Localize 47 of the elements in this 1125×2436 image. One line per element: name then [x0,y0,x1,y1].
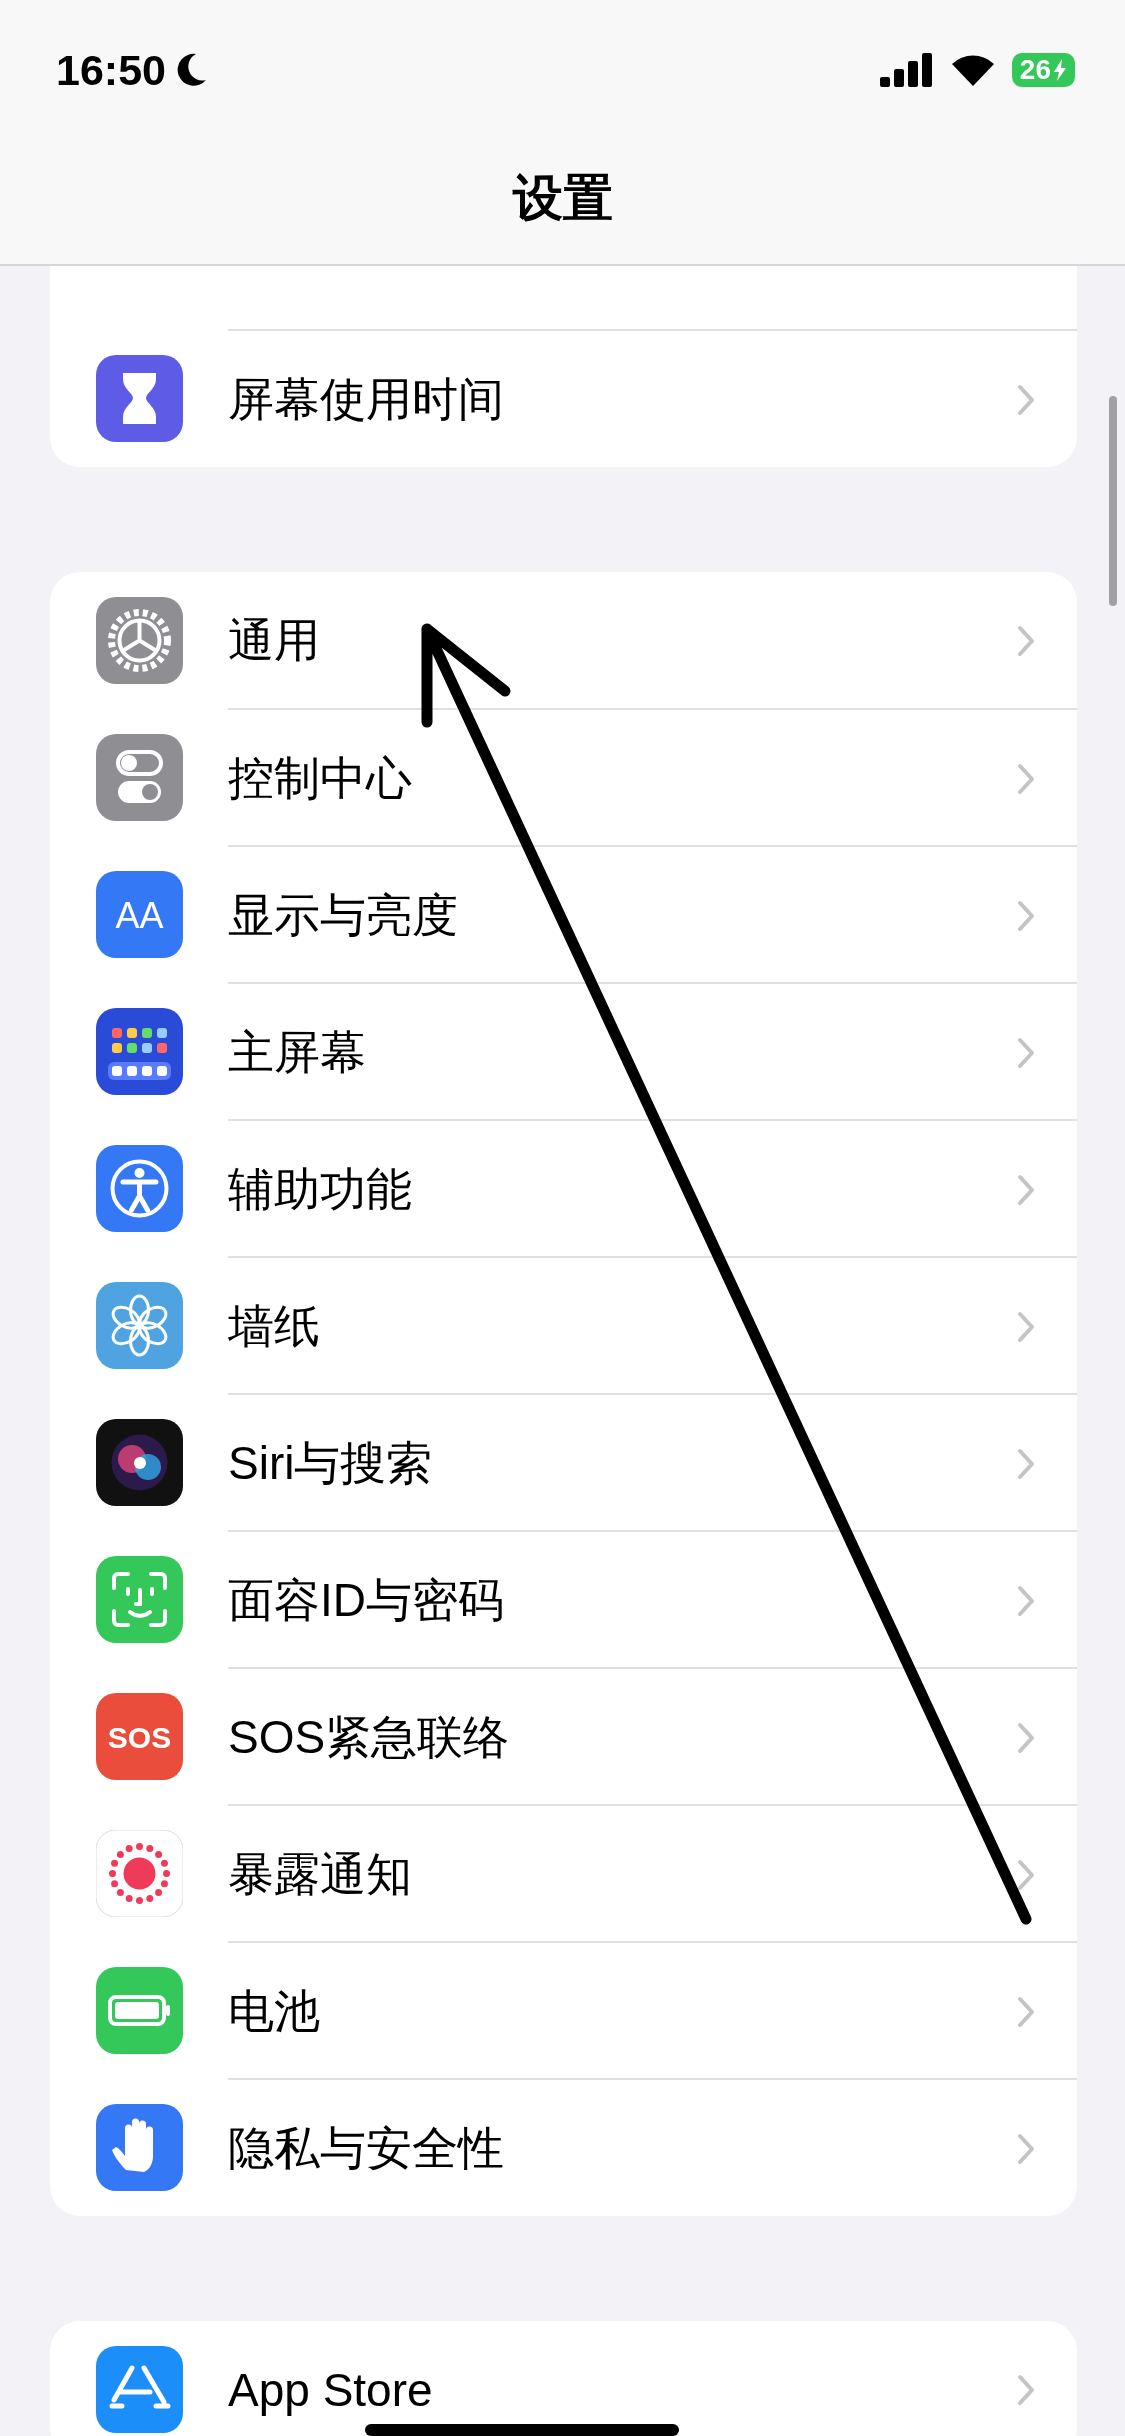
status-time: 16:50 [56,45,166,95]
settings-item[interactable]: 通用 [228,609,1017,672]
siri-orb-icon [96,1419,183,1506]
toggles-icon [96,734,183,821]
exposure-dots-icon [96,1830,183,1917]
settings-item[interactable]: Siri与搜索 [228,1432,1017,1495]
battery-indicator: 26 [1011,53,1075,87]
chevron-icon [1017,899,1035,932]
settings-item[interactable]: 控制中心 [228,747,1017,810]
chevron-icon [1017,2373,1035,2406]
app-store-icon [96,2346,183,2433]
page-title: 设置 [511,169,614,228]
settings-item[interactable]: 暴露通知 [228,1843,1017,1906]
wifi-icon [949,52,996,88]
hand-icon [96,2104,183,2191]
settings-item[interactable]: App Store [228,2362,1017,2417]
chevron-icon [1017,1858,1035,1891]
settings-item[interactable]: 隐私与安全性 [228,2117,1017,2180]
settings-item[interactable]: 电池 [228,1980,1017,2043]
sos-icon: SOS [96,1693,183,1780]
hourglass-icon [96,355,183,442]
chevron-icon [1017,1721,1035,1754]
chevron-icon [1017,383,1035,416]
settings-item[interactable]: 显示与亮度 [228,884,1017,947]
chevron-icon [1017,1584,1035,1617]
accessibility-icon [96,1145,183,1232]
settings-item[interactable]: 辅助功能 [228,1158,1017,1221]
battery-icon [96,1967,183,2054]
app-grid-icon [96,1008,183,1095]
display-icon: AA [96,871,183,958]
settings-item[interactable]: 墙纸 [228,1295,1017,1358]
settings-item[interactable]: SOS紧急联络 [228,1706,1017,1769]
chevron-icon [1017,1310,1035,1343]
gear-icon [96,597,183,684]
chevron-icon [1017,1036,1035,1069]
moon-icon [176,52,208,88]
chevron-icon [1017,1447,1035,1480]
chevron-icon [1017,2132,1035,2165]
settings-item[interactable]: 主屏幕 [228,1021,1017,1084]
settings-item[interactable]: 面容ID与密码 [228,1569,1017,1632]
chevron-icon [1017,624,1035,657]
chevron-icon [1017,762,1035,795]
settings-item[interactable]: 屏幕使用时间 [228,368,1017,431]
chevron-icon [1017,1995,1035,2028]
face-scan-icon [96,1556,183,1643]
chevron-icon [1017,1173,1035,1206]
flower-icon [96,1282,183,1369]
